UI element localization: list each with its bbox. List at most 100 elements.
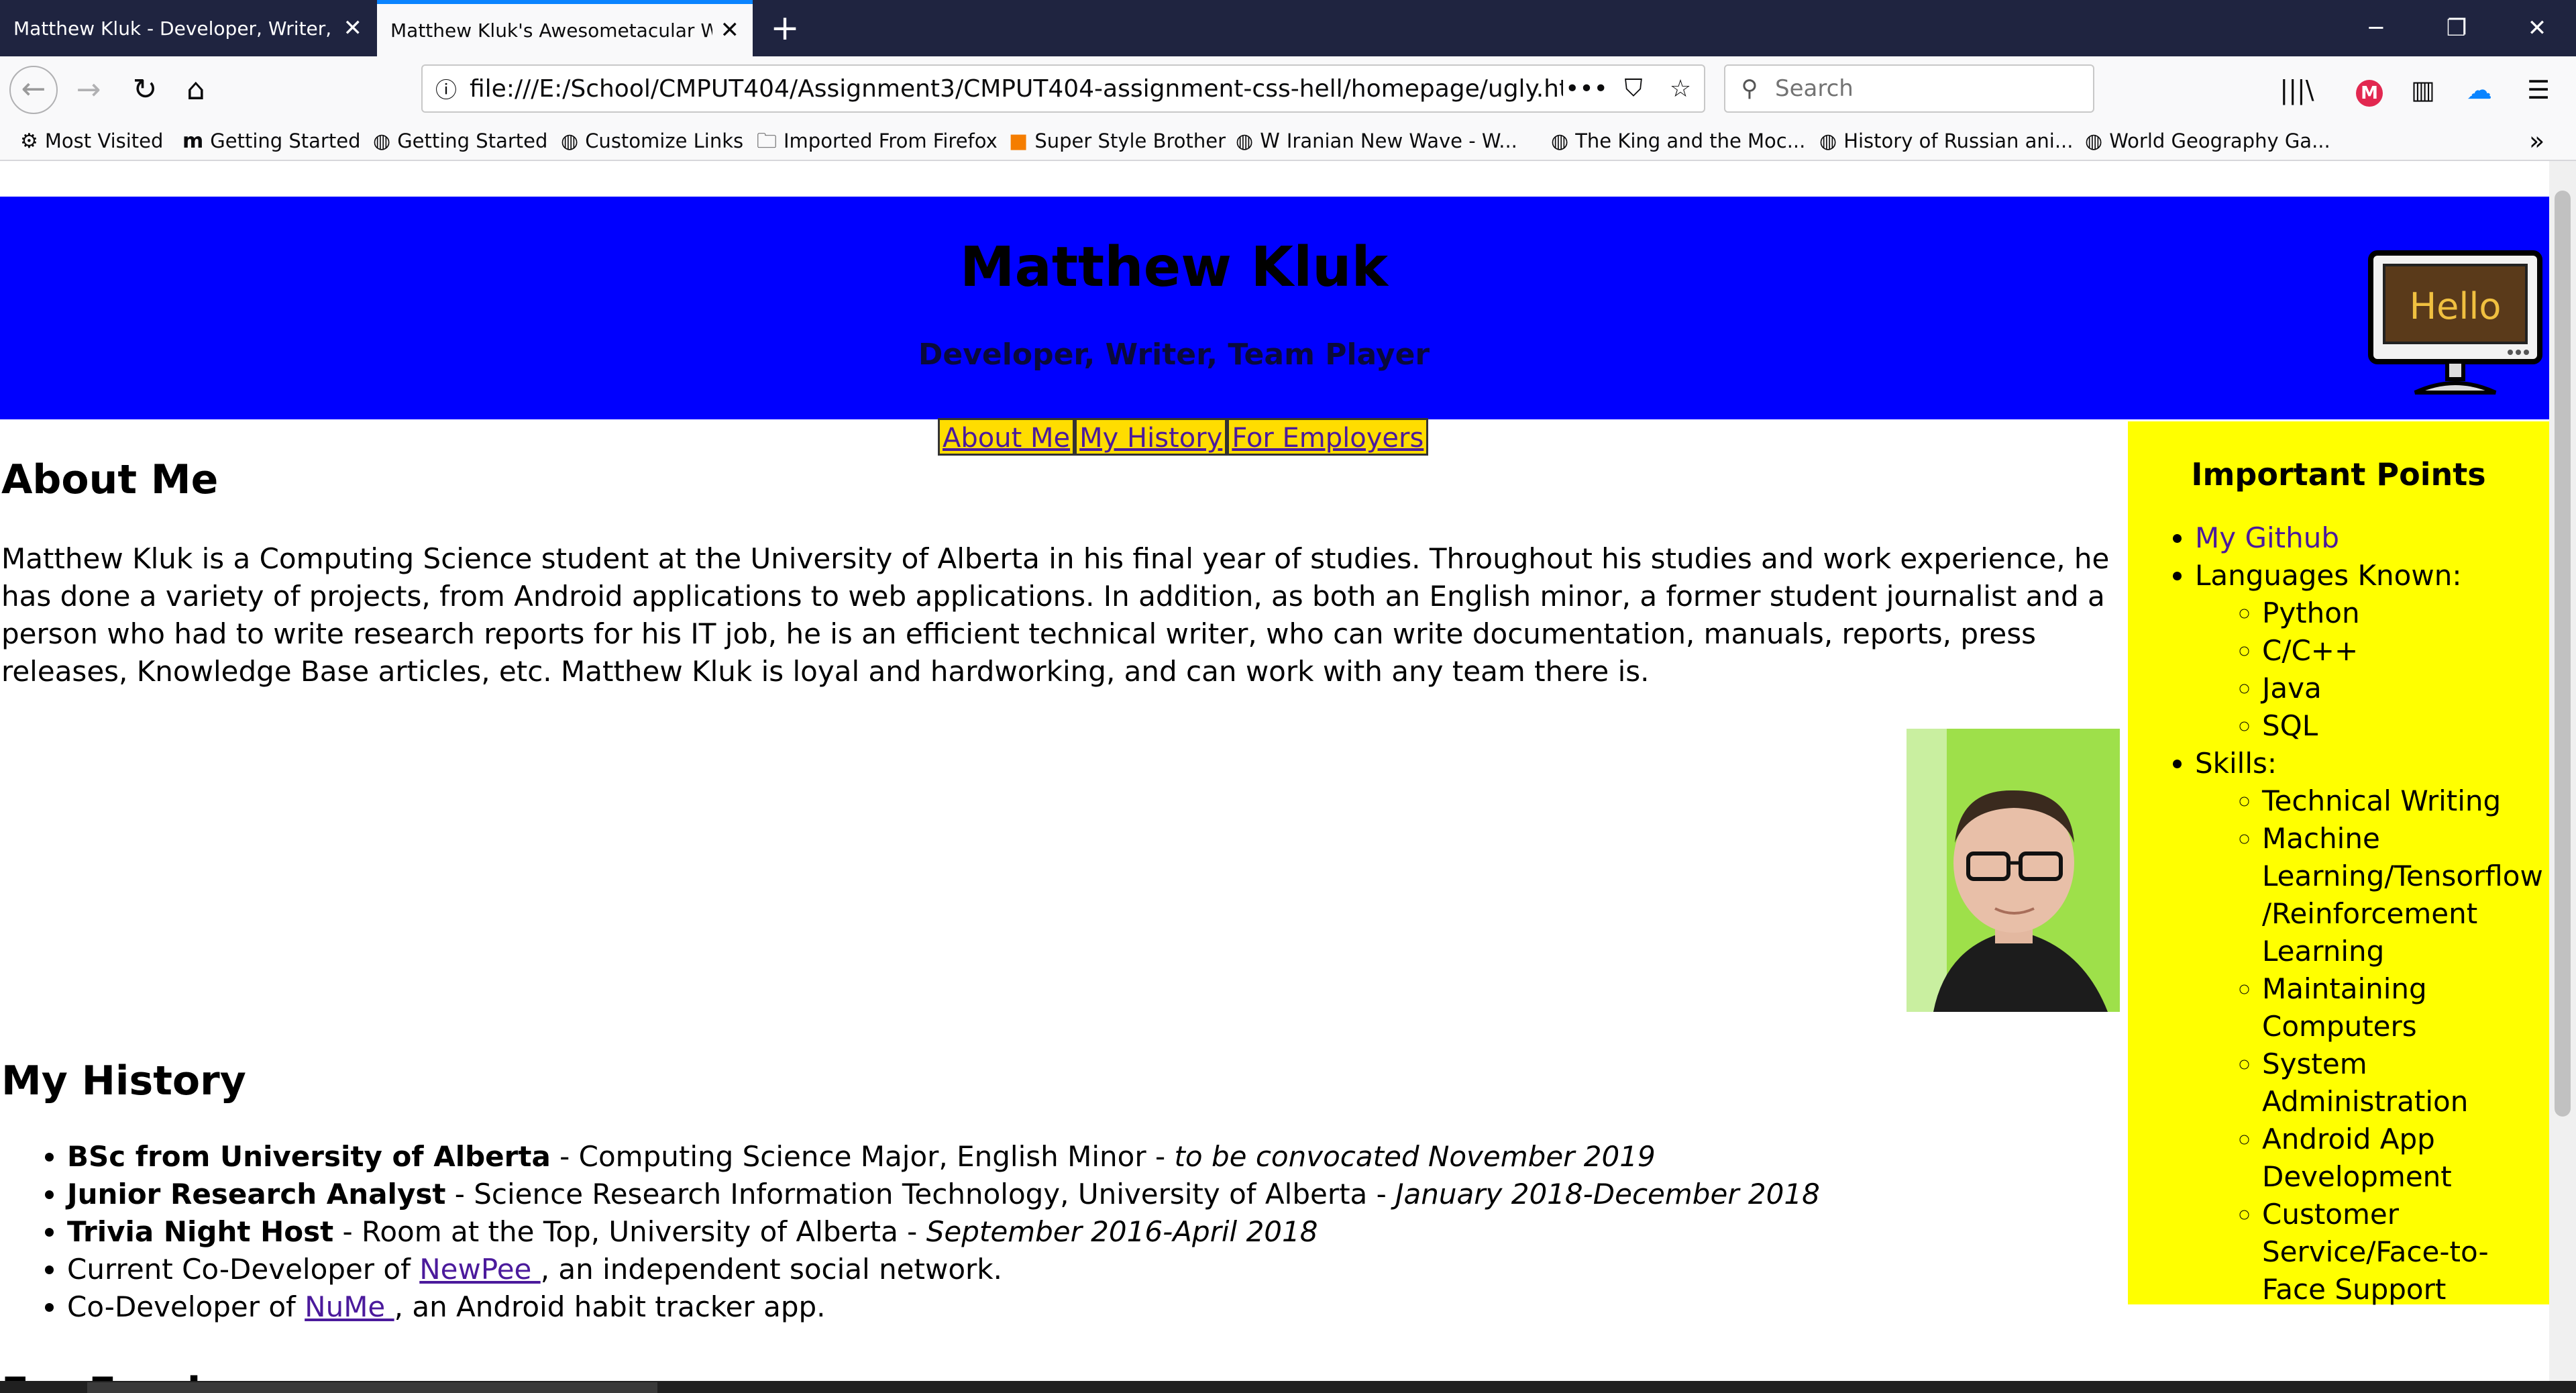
list-item: SQL	[2262, 707, 2549, 745]
bookmark-world-geography[interactable]: ◍ World Geography Ga...	[2085, 122, 2330, 160]
history-suffix: , an Android habit tracker app.	[394, 1290, 826, 1323]
chevron-double-right-icon[interactable]: »	[2529, 122, 2544, 160]
site-tagline: Developer, Writer, Team Player	[918, 338, 1430, 372]
tab-active[interactable]: Matthew Kluk's Awesometacular Website ✕	[377, 0, 753, 56]
globe-icon: ◍	[1551, 130, 1569, 153]
history-detail: - Science Research Information Technolog…	[445, 1178, 1396, 1210]
globe-icon: ◍	[2085, 130, 2103, 153]
taskbar-highlight	[87, 1382, 657, 1393]
site-header: Matthew Kluk Developer, Writer, Team Pla…	[0, 197, 2549, 456]
sidebar-title: Important Points	[2191, 456, 2486, 493]
skills-label: Skills:	[2195, 747, 2277, 780]
bookmark-getting-started[interactable]: m Getting Started	[182, 122, 360, 160]
search-bar[interactable]: ⚲	[1724, 64, 2094, 113]
nav-about-me[interactable]: About Me	[938, 418, 1075, 456]
list-item: C/C++	[2262, 632, 2549, 670]
gear-icon: ⚙	[20, 130, 38, 153]
search-icon: ⚲	[1741, 75, 1758, 102]
minimize-icon[interactable]: ─	[2336, 0, 2416, 56]
list-item: BSc from University of Alberta - Computi…	[67, 1138, 2147, 1176]
bookmark-iranian-new-wave[interactable]: ◍ W Iranian New Wave - W...	[1236, 122, 1517, 160]
globe-icon: ◍	[561, 130, 579, 153]
history-detail: - Room at the Top, University of Alberta…	[333, 1215, 926, 1248]
close-window-icon[interactable]: ✕	[2497, 0, 2576, 56]
profile-photo	[1907, 729, 2120, 1012]
tab-title: Matthew Kluk's Awesometacular Website	[390, 19, 712, 42]
list-item: Languages Known: Python C/C++ Java SQL	[2195, 557, 2549, 745]
page-actions-icon[interactable]: •••	[1563, 75, 1610, 103]
url-bar[interactable]: ⓘ file:///E:/School/CMPUT404/Assignment3…	[421, 64, 1705, 113]
list-item: My Github	[2195, 519, 2549, 557]
extension-m-icon[interactable]: M	[2348, 68, 2391, 111]
languages-label: Languages Known:	[2195, 559, 2462, 592]
list-item: Junior Research Analyst - Science Resear…	[67, 1176, 2147, 1213]
nav-for-employers[interactable]: For Employers	[1227, 418, 1429, 456]
tab-bar: Matthew Kluk - Developer, Writer, Team P…	[0, 0, 2576, 56]
newpee-link[interactable]: NewPee	[419, 1253, 540, 1286]
bookmark-history-russian[interactable]: ◍ History of Russian ani...	[1819, 122, 2073, 160]
globe-icon: ◍	[373, 130, 391, 153]
search-input[interactable]	[1774, 74, 2085, 103]
m-logo-icon: m	[182, 130, 204, 153]
restore-icon[interactable]: ❐	[2416, 0, 2497, 56]
navigation-toolbar: ← → ↻ ⌂ ⓘ file:///E:/School/CMPUT404/Ass…	[0, 56, 2576, 122]
skills-list: Technical Writing Machine Learning/Tenso…	[2195, 782, 2549, 1308]
site-name: Matthew Kluk	[959, 236, 1389, 299]
globe-icon: ◍	[1236, 130, 1254, 153]
list-item: Java	[2262, 670, 2549, 707]
bookmark-getting-started-2[interactable]: ◍ Getting Started	[373, 122, 547, 160]
url-text[interactable]: file:///E:/School/CMPUT404/Assignment3/C…	[470, 75, 1563, 103]
info-icon[interactable]: ⓘ	[423, 73, 470, 104]
sidebar-toggle-icon[interactable]: ▥	[2402, 68, 2445, 111]
bookmark-folder-imported[interactable]: 🗀 Imported From Firefox	[757, 122, 998, 160]
wikipedia-icon: W	[1260, 130, 1280, 153]
site-nav: About Me My History For Employers	[938, 418, 1429, 456]
tab-inactive[interactable]: Matthew Kluk - Developer, Writer, Team P…	[0, 0, 376, 56]
list-item: Maintaining Computers	[2262, 970, 2549, 1045]
page-scrollbar[interactable]	[2549, 161, 2576, 1381]
nume-link[interactable]: NuMe	[305, 1290, 394, 1323]
forward-arrow-icon[interactable]: →	[64, 66, 113, 114]
globe-icon: ◍	[1819, 130, 1837, 153]
list-item: Technical Writing	[2262, 782, 2549, 820]
list-item: Machine Learning/Tensorflow /Reinforceme…	[2262, 820, 2549, 970]
list-item: Co-Developer of NuMe , an Android habit …	[67, 1288, 2147, 1326]
bookmarks-toolbar: ⚙ Most Visited m Getting Started ◍ Getting …	[0, 122, 2576, 161]
history-date: to be convocated November 2019	[1174, 1140, 1656, 1173]
hello-monitor-icon: Hello	[2368, 250, 2542, 395]
new-tab-plus-icon[interactable]: +	[765, 7, 805, 50]
bookmark-super-style-brother[interactable]: ■ Super Style Brother	[1009, 122, 1226, 160]
tab-title: Matthew Kluk - Developer, Writer, Team P…	[13, 17, 335, 40]
list-item: Current Co-Developer of NewPee , an inde…	[67, 1251, 2147, 1288]
bookmark-most-visited[interactable]: ⚙ Most Visited	[20, 122, 163, 160]
history-suffix: , an independent social network.	[540, 1253, 1002, 1286]
github-link[interactable]: My Github	[2195, 521, 2339, 554]
close-tab-icon[interactable]: ✕	[343, 15, 363, 42]
history-list: BSc from University of Alberta - Computi…	[0, 1138, 2147, 1326]
points-list: My Github Languages Known: Python C/C++ …	[2128, 519, 2549, 1308]
list-item: Trivia Night Host - Room at the Top, Uni…	[67, 1213, 2147, 1251]
history-prefix: Current Co-Developer of	[67, 1253, 420, 1286]
bookmark-king-and-moc[interactable]: ◍ The King and the Moc...	[1551, 122, 1805, 160]
back-arrow-icon[interactable]: ←	[9, 66, 58, 114]
important-points-sidebar: Important Points My Github Languages Kno…	[2128, 421, 2549, 1306]
list-item: Customer Service/Face-to-Face Support	[2262, 1196, 2549, 1308]
list-item: System Administration	[2262, 1045, 2549, 1121]
nav-my-history[interactable]: My History	[1075, 418, 1228, 456]
about-paragraph: Matthew Kluk is a Computing Science stud…	[1, 542, 2110, 688]
history-heading: My History	[1, 1057, 246, 1104]
pocket-icon[interactable]: ⛉	[1610, 74, 1657, 103]
list-item: Android App Development	[2262, 1121, 2549, 1196]
bookmark-customize-links[interactable]: ◍ Customize Links	[561, 122, 743, 160]
library-icon[interactable]: |||\	[2275, 68, 2318, 111]
bookmark-star-icon[interactable]: ☆	[1657, 75, 1704, 103]
scrollbar-thumb[interactable]	[2555, 191, 2571, 1117]
cloud-sync-icon[interactable]: ☁	[2458, 68, 2501, 111]
home-icon[interactable]: ⌂	[172, 66, 220, 114]
close-tab-icon[interactable]: ✕	[720, 17, 740, 44]
history-date: September 2016-April 2018	[926, 1215, 1318, 1248]
list-item: Skills: Technical Writing Machine Learni…	[2195, 745, 2549, 1308]
for-employers-heading: For Employers	[1, 1369, 326, 1381]
hamburger-menu-icon[interactable]: ☰	[2517, 68, 2560, 111]
reload-icon[interactable]: ↻	[121, 66, 169, 114]
